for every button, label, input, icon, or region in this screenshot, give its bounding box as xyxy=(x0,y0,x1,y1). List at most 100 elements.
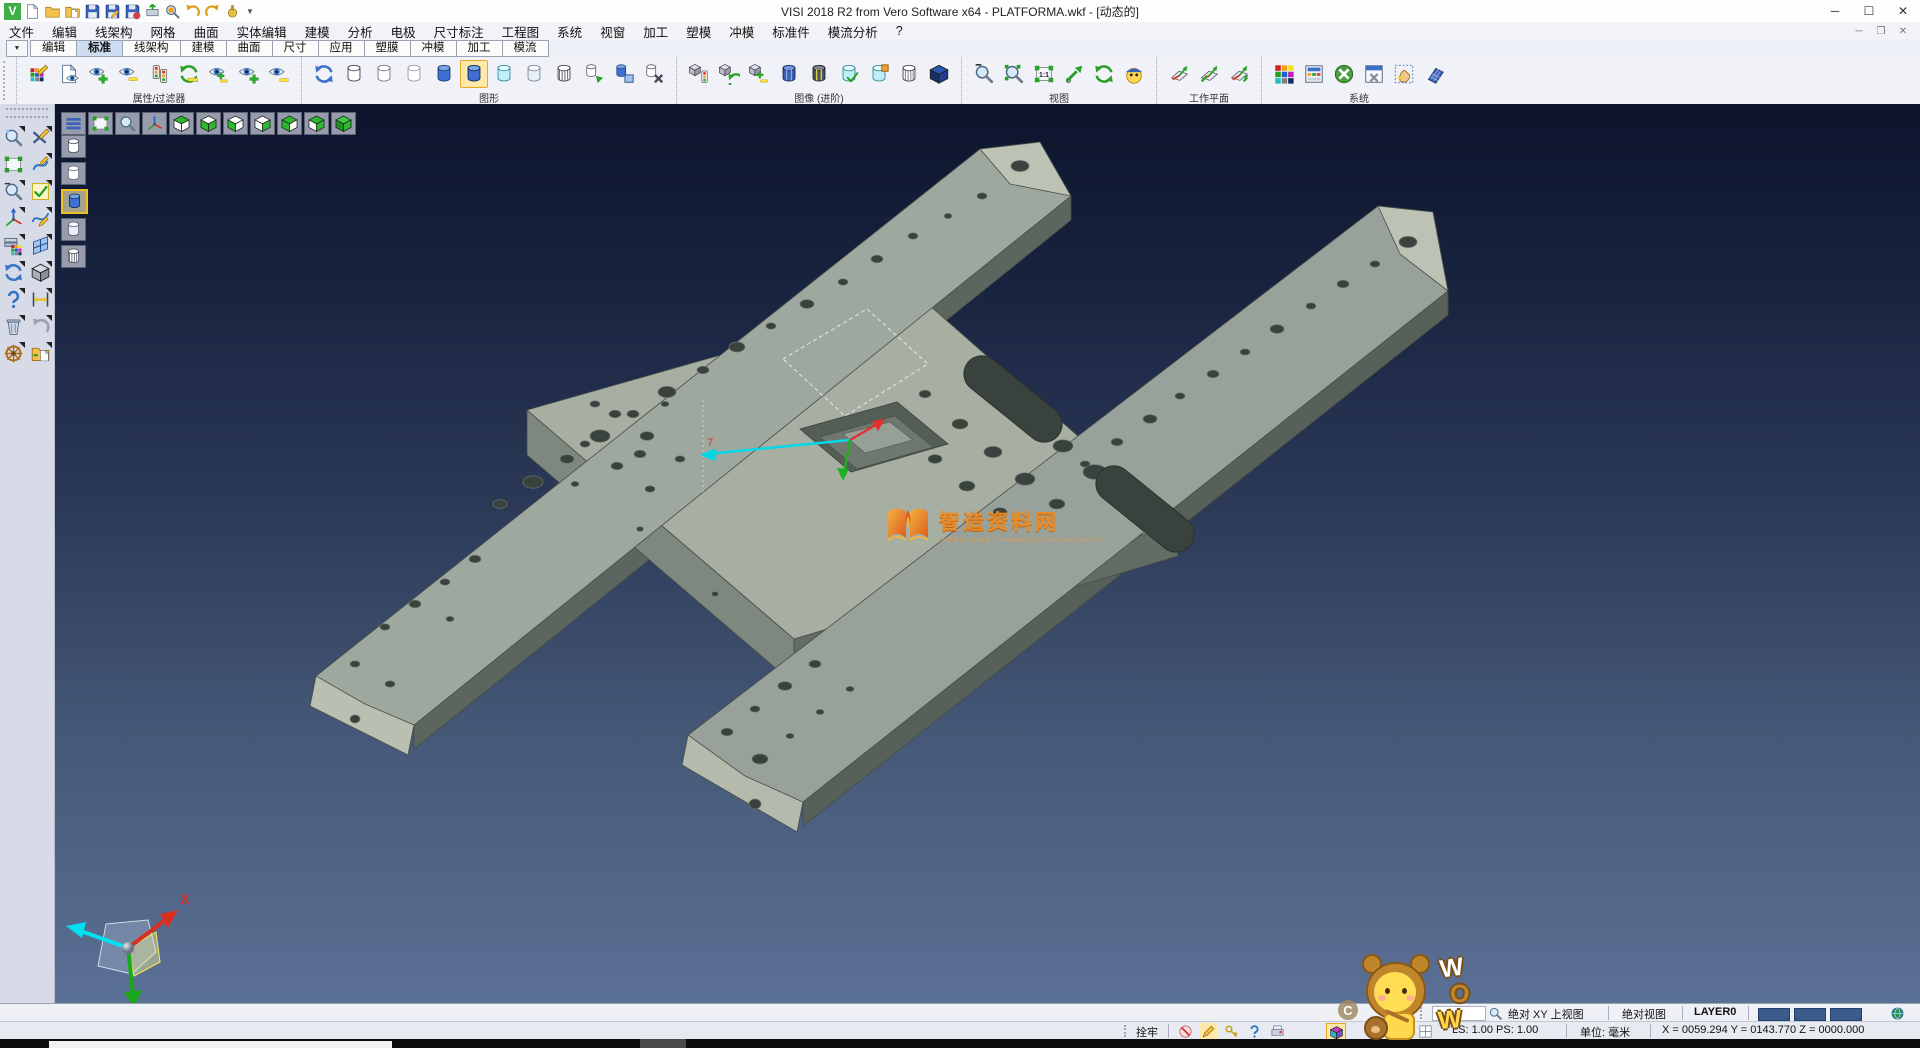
menu-edit[interactable]: 编辑 xyxy=(43,22,86,41)
layer-attributes-button[interactable] xyxy=(2,234,25,257)
barrel-striped-button[interactable] xyxy=(805,60,833,88)
tag-solid-button[interactable] xyxy=(865,60,893,88)
3d-viewport[interactable]: 7 智造资料网 INTELLIGENT MAN xyxy=(55,104,1920,1003)
tab-mould[interactable]: 塑膜 xyxy=(365,40,411,57)
zoom-dynamic-button[interactable] xyxy=(115,112,140,135)
graphics-settings-button[interactable] xyxy=(640,60,668,88)
attribute-document-button[interactable] xyxy=(55,60,83,88)
menu-solid-edit[interactable]: 实体编辑 xyxy=(228,22,296,41)
view-front-button[interactable] xyxy=(277,112,302,135)
tab-application[interactable]: 应用 xyxy=(319,40,365,57)
render-shaded-edges-button[interactable] xyxy=(61,218,86,241)
hide-all-button[interactable] xyxy=(265,60,293,88)
save-button[interactable] xyxy=(84,3,101,20)
menu-file[interactable]: 文件 xyxy=(0,22,43,41)
viewport-menu-button[interactable] xyxy=(61,112,86,135)
edit-pencil-icon[interactable] xyxy=(1199,1023,1217,1039)
attribute-paint-button[interactable] xyxy=(25,60,53,88)
menu-drafting[interactable]: 工程图 xyxy=(493,22,549,41)
observer-view-button[interactable] xyxy=(1120,60,1148,88)
hidden-line-mode-button[interactable] xyxy=(370,60,398,88)
3d-model[interactable]: 7 xyxy=(55,104,1920,1003)
view-bottom-button[interactable] xyxy=(196,112,221,135)
menu-mesh[interactable]: 网格 xyxy=(142,22,185,41)
grid-settings-button[interactable] xyxy=(1420,60,1448,88)
render-hidden-line-button[interactable] xyxy=(61,162,86,185)
menu-system[interactable]: 系统 xyxy=(548,22,591,41)
menu-mould[interactable]: 塑模 xyxy=(677,22,720,41)
layer-indicator[interactable]: LAYER0 xyxy=(1694,1006,1736,1018)
new-file-button[interactable] xyxy=(24,3,41,20)
ghost-mode-button[interactable] xyxy=(520,60,548,88)
pan-view-button[interactable] xyxy=(1060,60,1088,88)
barrel-shaded-button[interactable] xyxy=(775,60,803,88)
tab-wireframe[interactable]: 线架构 xyxy=(123,40,181,57)
transparent-mode-button[interactable] xyxy=(490,60,518,88)
solids-add-remove-button[interactable] xyxy=(745,60,773,88)
move-axes-button[interactable] xyxy=(2,207,25,230)
tab-machining[interactable]: 加工 xyxy=(457,40,503,57)
tab-modeling[interactable]: 建模 xyxy=(181,40,227,57)
tab-flow[interactable]: 模流 xyxy=(503,40,549,57)
maximize-button[interactable]: ☐ xyxy=(1852,1,1886,22)
snap-lock-label[interactable]: 拴牢 xyxy=(1136,1024,1158,1040)
menu-modeling[interactable]: 建模 xyxy=(296,22,339,41)
view-iso-button[interactable] xyxy=(331,112,356,135)
workplane-align-button[interactable] xyxy=(1195,60,1223,88)
open-file-button[interactable] xyxy=(44,3,61,20)
delete-trash-button[interactable] xyxy=(2,315,25,338)
absolute-view-label[interactable]: 绝对视图 xyxy=(1622,1006,1666,1022)
menu-analysis[interactable]: 分析 xyxy=(339,22,382,41)
menu-surface[interactable]: 曲面 xyxy=(185,22,228,41)
menu-window[interactable]: 视窗 xyxy=(591,22,634,41)
navigation-wheel-button[interactable] xyxy=(2,342,25,365)
curve-edit-button[interactable] xyxy=(29,207,52,230)
tab-dropdown-button[interactable]: ▼ xyxy=(6,40,28,57)
layer-color-swatch-2[interactable] xyxy=(1794,1008,1826,1021)
view-right-button[interactable] xyxy=(250,112,275,135)
close-button[interactable]: ✕ xyxy=(1886,1,1920,22)
workplane-axes-button[interactable] xyxy=(1165,60,1193,88)
view-mode-label[interactable]: 绝对 XY 上视图 xyxy=(1508,1006,1584,1022)
workplane-flip-button[interactable] xyxy=(1225,60,1253,88)
refresh-sidebar-button[interactable] xyxy=(2,261,25,284)
tab-dimension[interactable]: 尺寸 xyxy=(273,40,319,57)
section-box-button[interactable] xyxy=(610,60,638,88)
render-hatched-button[interactable] xyxy=(61,245,86,268)
system-settings-button[interactable] xyxy=(1330,60,1358,88)
dynamic-section-button[interactable] xyxy=(580,60,608,88)
window-options-button[interactable] xyxy=(1360,60,1388,88)
undo-button[interactable] xyxy=(184,3,201,20)
zoom-in-out-sidebar-button[interactable] xyxy=(2,180,25,203)
delete-entities-button[interactable] xyxy=(29,126,52,149)
plot-icon[interactable] xyxy=(1268,1023,1286,1039)
refresh-visibility-button[interactable] xyxy=(175,60,203,88)
export-folder-button[interactable] xyxy=(29,342,52,365)
color-palette-button[interactable] xyxy=(1270,60,1298,88)
calculator-button[interactable] xyxy=(1300,60,1328,88)
window-layout-button[interactable] xyxy=(29,234,52,257)
zoom-window-button[interactable] xyxy=(1000,60,1028,88)
toolbar-grip[interactable] xyxy=(3,61,13,100)
zoom-scale-1-1-button[interactable]: 1:1 xyxy=(1030,60,1058,88)
zoom-in-out-button[interactable] xyxy=(970,60,998,88)
tab-standard[interactable]: 标准 xyxy=(77,40,123,57)
view-left-button[interactable] xyxy=(223,112,248,135)
mdi-minimize-button[interactable]: ─ xyxy=(1848,26,1870,37)
wcs-axes-button[interactable] xyxy=(142,112,167,135)
shaded-mode-button[interactable] xyxy=(430,60,458,88)
fit-view-button[interactable] xyxy=(2,153,25,176)
sketch-curve-button[interactable] xyxy=(29,153,52,176)
quick-access-dropdown[interactable]: ▼ xyxy=(246,7,254,16)
hatched-mode-button[interactable] xyxy=(550,60,578,88)
render-wireframe-button[interactable] xyxy=(61,135,86,158)
menu-dimension[interactable]: 尺寸标注 xyxy=(425,22,493,41)
mdi-restore-button[interactable]: ❐ xyxy=(1870,26,1892,37)
confirm-check-button[interactable] xyxy=(29,180,52,203)
visibility-filter-button[interactable] xyxy=(145,60,173,88)
mdi-close-button[interactable]: ✕ xyxy=(1892,26,1914,37)
security-lock-button[interactable] xyxy=(224,3,241,20)
save-all-button[interactable] xyxy=(124,3,141,20)
solids-refresh-button[interactable] xyxy=(715,60,743,88)
validate-solid-button[interactable] xyxy=(835,60,863,88)
